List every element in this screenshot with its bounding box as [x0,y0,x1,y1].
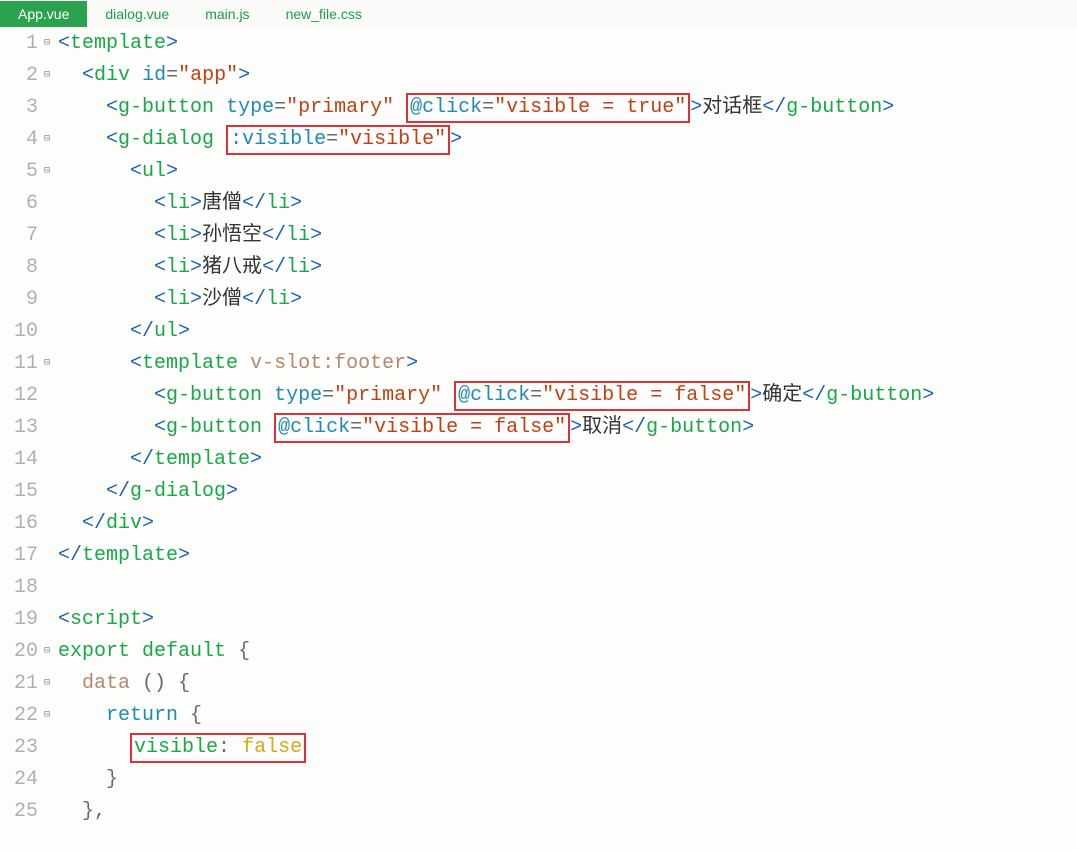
fold-icon[interactable] [40,743,50,753]
line-number: 24 [0,764,38,796]
line-number: 25 [0,796,38,828]
code-line[interactable]: <g-dialog :visible="visible"> [58,124,1077,156]
line-number: 2⊟ [0,60,38,92]
fold-icon[interactable] [40,391,50,401]
highlight-box: @click="visible = false" [454,381,750,411]
fold-icon[interactable]: ⊟ [40,711,50,721]
fold-icon[interactable] [40,263,50,273]
fold-icon[interactable] [40,423,50,433]
line-number: 3 [0,92,38,124]
fold-icon[interactable] [40,551,50,561]
line-number: 12 [0,380,38,412]
code-line[interactable]: <li>沙僧</li> [58,284,1077,316]
fold-icon[interactable] [40,455,50,465]
code-line[interactable]: export default { [58,636,1077,668]
tab-main-js[interactable]: main.js [187,1,267,27]
code-line[interactable]: <g-button type="primary" @click="visible… [58,380,1077,412]
fold-icon[interactable] [40,775,50,785]
line-number: 7 [0,220,38,252]
code-line[interactable]: <div id="app"> [58,60,1077,92]
code-line[interactable]: } [58,764,1077,796]
line-number: 16 [0,508,38,540]
line-number: 8 [0,252,38,284]
line-number: 1⊟ [0,28,38,60]
line-number: 15 [0,476,38,508]
gutter: 1⊟ 2⊟ 3 4⊟ 5⊟ 6 7 8 9 10 11⊟ 12 13 14 15… [0,28,40,851]
code-line[interactable]: data () { [58,668,1077,700]
code-line[interactable]: visible: false [58,732,1077,764]
code-line[interactable] [58,572,1077,604]
fold-icon[interactable] [40,327,50,337]
line-number: 13 [0,412,38,444]
line-number: 23 [0,732,38,764]
line-number: 10 [0,316,38,348]
line-number: 19 [0,604,38,636]
fold-icon[interactable] [40,807,50,817]
fold-icon[interactable]: ⊟ [40,39,50,49]
code-line[interactable]: </g-dialog> [58,476,1077,508]
highlight-box: visible: false [130,733,306,763]
line-number: 5⊟ [0,156,38,188]
editor: 1⊟ 2⊟ 3 4⊟ 5⊟ 6 7 8 9 10 11⊟ 12 13 14 15… [0,28,1077,851]
code-line[interactable]: }, [58,796,1077,828]
tab-app-vue[interactable]: App.vue [0,1,87,27]
fold-icon[interactable] [40,615,50,625]
fold-icon[interactable] [40,487,50,497]
highlight-box: @click="visible = false" [274,413,570,443]
tab-dialog-vue[interactable]: dialog.vue [87,1,187,27]
fold-icon[interactable]: ⊟ [40,359,50,369]
tab-new-file-css[interactable]: new_file.css [268,1,380,27]
fold-icon[interactable]: ⊟ [40,71,50,81]
line-number: 21⊟ [0,668,38,700]
line-number: 9 [0,284,38,316]
code-line[interactable]: </ul> [58,316,1077,348]
code-line[interactable]: <g-button @click="visible = false">取消</g… [58,412,1077,444]
fold-icon[interactable]: ⊟ [40,679,50,689]
line-number: 11⊟ [0,348,38,380]
fold-icon[interactable] [40,199,50,209]
line-number: 6 [0,188,38,220]
code-line[interactable]: <ul> [58,156,1077,188]
line-number: 20⊟ [0,636,38,668]
fold-icon[interactable]: ⊟ [40,647,50,657]
code-line[interactable]: </template> [58,444,1077,476]
code-line[interactable]: </template> [58,540,1077,572]
code-line[interactable]: <template v-slot:footer> [58,348,1077,380]
code-line[interactable]: return { [58,700,1077,732]
highlight-box: @click="visible = true" [406,93,690,123]
tab-bar: App.vue dialog.vue main.js new_file.css [0,0,1077,28]
line-number: 4⊟ [0,124,38,156]
fold-icon[interactable] [40,519,50,529]
line-number: 14 [0,444,38,476]
code-line[interactable]: <li>猪八戒</li> [58,252,1077,284]
code-line[interactable]: <g-button type="primary" @click="visible… [58,92,1077,124]
line-number: 22⊟ [0,700,38,732]
fold-icon[interactable] [40,583,50,593]
code-line[interactable]: </div> [58,508,1077,540]
fold-icon[interactable] [40,295,50,305]
fold-icon[interactable]: ⊟ [40,135,50,145]
code-area[interactable]: <template> <div id="app"> <g-button type… [40,28,1077,851]
code-line[interactable]: <script> [58,604,1077,636]
fold-icon[interactable] [40,103,50,113]
code-line[interactable]: <li>唐僧</li> [58,188,1077,220]
code-line[interactable]: <template> [58,28,1077,60]
fold-icon[interactable] [40,231,50,241]
fold-icon[interactable]: ⊟ [40,167,50,177]
highlight-box: :visible="visible" [226,125,450,155]
line-number: 18 [0,572,38,604]
code-line[interactable]: <li>孙悟空</li> [58,220,1077,252]
line-number: 17 [0,540,38,572]
